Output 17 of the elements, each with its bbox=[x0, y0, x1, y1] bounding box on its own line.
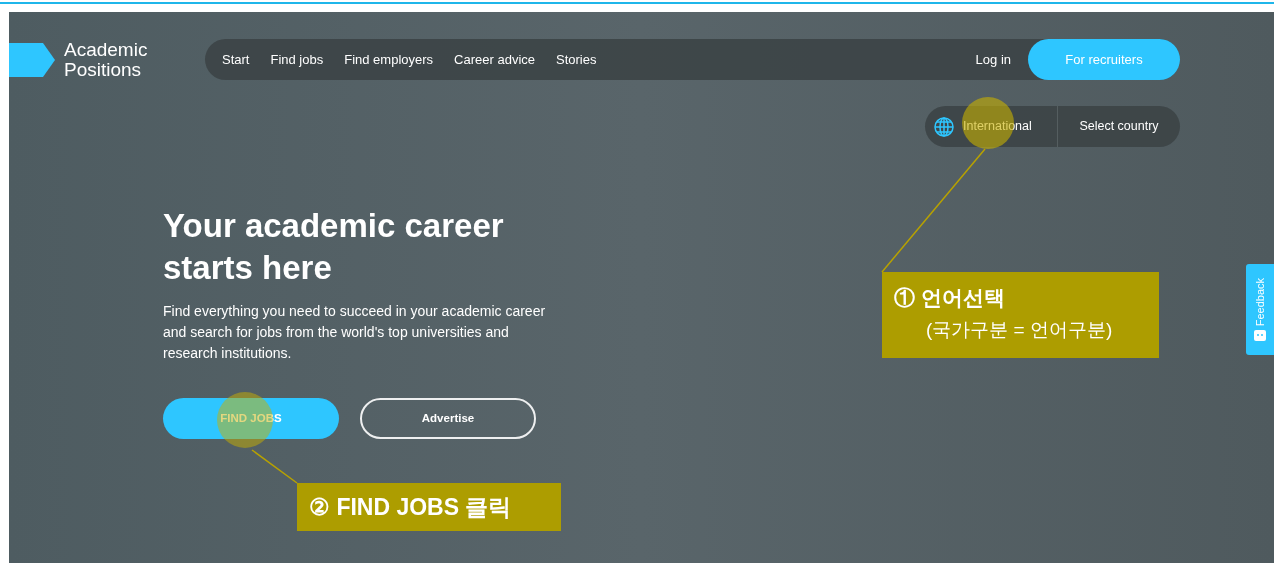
nav-link[interactable]: Find employers bbox=[344, 49, 434, 70]
country-select[interactable]: Select country bbox=[1058, 117, 1180, 136]
hero-title: Your academic career starts here bbox=[163, 206, 505, 288]
hero-description: Find everything you need to succeed in your academic career and search for jobs from the world's top universities and research institutions. bbox=[163, 302, 547, 363]
smiley-icon bbox=[1254, 330, 1266, 342]
annotation-title: ② FIND JOBS 클릭 bbox=[309, 492, 512, 522]
nav-link[interactable]: Career advice bbox=[454, 49, 536, 70]
nav-link[interactable]: Find jobs bbox=[270, 49, 324, 70]
globe-icon bbox=[934, 116, 954, 137]
logo-icon bbox=[9, 42, 55, 77]
annotation-title: ① 언어선택 bbox=[894, 285, 1006, 311]
nav-link[interactable]: Stories bbox=[556, 49, 597, 70]
annotation-note: (국가구분 = 언어구분) bbox=[926, 317, 1114, 342]
logo-text[interactable]: Academic Positions bbox=[64, 39, 164, 80]
advertise-button[interactable]: Advertise bbox=[360, 398, 536, 439]
login-link[interactable]: Log in bbox=[975, 49, 1011, 70]
nav-link[interactable]: Start bbox=[222, 49, 250, 70]
